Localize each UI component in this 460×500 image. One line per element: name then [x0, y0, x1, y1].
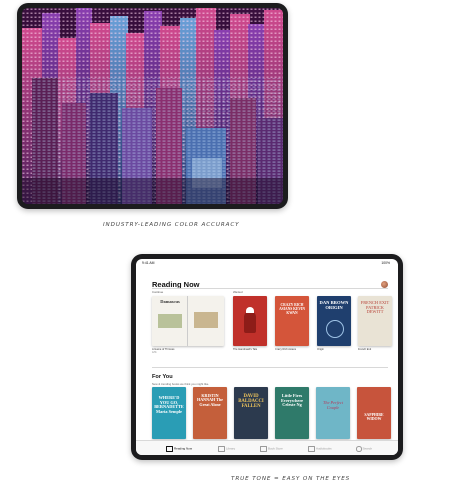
book-cover-text: Damascus [160, 299, 180, 304]
divider [152, 288, 388, 289]
search-icon [356, 446, 362, 452]
book-title: Crazy Rich Asians [275, 348, 297, 351]
caption-true-tone: TRUE TONE = EASY ON THE EYES [231, 476, 351, 482]
for-you-title: For You [152, 374, 173, 380]
for-you-book-2[interactable]: KRISTIN HANNAH The Great Alone [193, 387, 227, 439]
reading-now-book-3[interactable]: CRAZY RICH ASIANS KEVIN KWAN [275, 296, 309, 346]
tab-search[interactable]: Search [356, 446, 372, 452]
book-spine [187, 296, 188, 346]
status-bar: 9:41 AM 100% [136, 259, 398, 267]
book-illustration [194, 312, 218, 328]
tab-bar: Reading Now Library Book Store Audiobook… [136, 440, 398, 455]
section-wanted-label: Wanted [233, 290, 243, 294]
tab-label: Search [362, 446, 373, 451]
city-photo-screen [22, 8, 283, 204]
tab-label: Library [226, 446, 236, 451]
tab-library[interactable]: Library [218, 446, 235, 452]
tab-label: Reading Now [174, 446, 193, 451]
book-cover-text: CRAZY RICH ASIANS KEVIN KWAN [279, 303, 305, 315]
status-time: 9:41 AM [142, 261, 155, 265]
book-title: A Game of Thrones [152, 348, 175, 351]
store-icon [260, 446, 267, 452]
caption-color-accuracy: INDUSTRY-LEADING COLOR ACCURACY [103, 222, 240, 228]
book-cover-text: DAVID BALDACCI FALLEN [238, 394, 264, 410]
book-cover-text: KRISTIN HANNAH The Great Alone [197, 393, 223, 407]
books-app-screen: 9:41 AM 100% Reading Now Continue Wanted… [136, 259, 398, 455]
tab-reading-now[interactable]: Reading Now [166, 446, 192, 452]
city-night-image [22, 8, 283, 204]
for-you-book-4[interactable]: Little Fires Everywhere Celeste Ng [275, 387, 309, 439]
headphones-icon [308, 446, 315, 452]
figure-shape [244, 311, 256, 333]
for-you-book-5[interactable]: The Perfect Couple [316, 387, 350, 439]
book-illustration [158, 314, 182, 328]
tab-label: Book Store [268, 446, 283, 451]
library-icon [218, 446, 225, 452]
book-cover-text: FRENCH EXIT PATRICK DEWITT [360, 300, 390, 315]
ipad-device-bottom: 9:41 AM 100% Reading Now Continue Wanted… [131, 254, 403, 460]
tab-label: Audiobooks [316, 446, 332, 451]
section-continue-label: Continue [152, 290, 164, 294]
ipad-device-top [17, 3, 288, 209]
status-battery: 100% [381, 261, 390, 265]
tab-audiobooks[interactable]: Audiobooks [308, 446, 332, 452]
for-you-book-3[interactable]: DAVID BALDACCI FALLEN [234, 387, 268, 439]
reading-now-book-2[interactable] [233, 296, 267, 346]
for-you-subtitle: New & trending books we think you might … [152, 382, 210, 386]
divider [152, 367, 388, 368]
for-you-book-6[interactable]: SAPPHIRE WIDOW [357, 387, 391, 439]
tab-book-store[interactable]: Book Store [260, 446, 283, 452]
for-you-book-1[interactable]: WHERE'D YOU GO, BERNADETTE Maria Semple [152, 387, 186, 439]
book-cover-text: The Perfect Couple [323, 400, 343, 410]
book-title: Origin [317, 348, 324, 351]
avatar[interactable] [381, 281, 388, 288]
book-icon [166, 446, 173, 452]
bonnet-shape [246, 307, 254, 313]
book-cover-text: WHERE'D YOU GO, BERNADETTE Maria Semple [154, 395, 184, 414]
book-title: The Handmaid's Tale [233, 348, 258, 351]
swirl-shape [326, 320, 344, 338]
book-cover-text: DAN BROWN ORIGIN [319, 300, 349, 310]
book-cover-text: SAPPHIRE WIDOW [364, 413, 384, 421]
reading-now-book-5[interactable]: FRENCH EXIT PATRICK DEWITT [358, 296, 392, 346]
book-cover-text: Little Fires Everywhere Celeste Ng [280, 393, 304, 407]
reading-now-book-1[interactable]: Damascus [152, 296, 224, 346]
book-progress: 12% [152, 352, 157, 354]
reading-now-book-4[interactable]: DAN BROWN ORIGIN [317, 296, 351, 346]
book-title: French Exit [358, 348, 372, 351]
